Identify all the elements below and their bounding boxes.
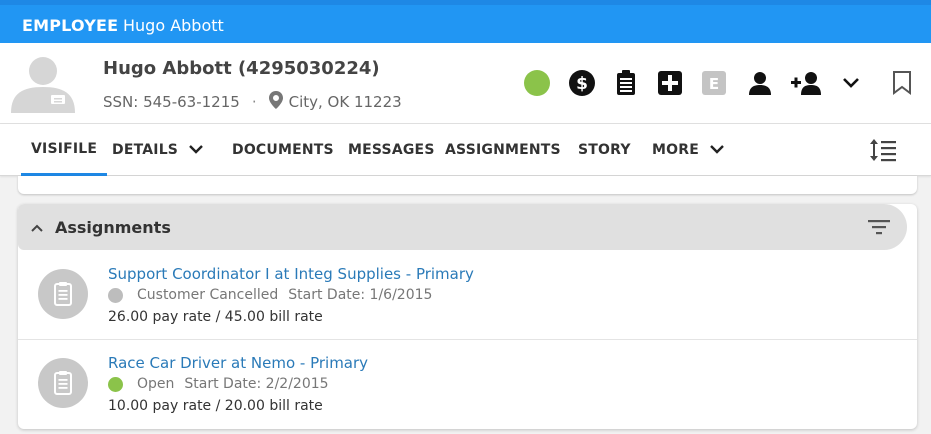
assignment-clipboard-icon	[38, 358, 88, 408]
employee-subtitle: SSN: 545-63-1215 · City, OK 11223	[103, 91, 402, 113]
status-dot-icon[interactable]	[524, 70, 550, 96]
density-toggle-icon[interactable]	[869, 138, 897, 166]
person-add-icon[interactable]	[791, 70, 821, 96]
chevron-down-icon[interactable]	[838, 70, 864, 96]
e-verify-icon[interactable]: E	[701, 70, 727, 96]
tab-label: ASSIGNMENTS	[445, 142, 561, 158]
avatar	[9, 53, 77, 113]
chevron-up-icon[interactable]	[30, 219, 44, 238]
filter-icon[interactable]	[867, 217, 891, 241]
svg-text:$: $	[576, 74, 588, 94]
ssn-text: SSN: 545-63-1215	[103, 93, 240, 111]
assignment-item: Race Car Driver at Nemo - Primary Open S…	[18, 339, 917, 428]
chevron-down-icon	[699, 142, 725, 158]
tab-assignments[interactable]: ASSIGNMENTS	[445, 124, 561, 176]
location-pin-icon	[268, 91, 289, 113]
status-text: Open	[137, 376, 175, 392]
assignment-status: Customer Cancelled Start Date: 1/6/2015	[108, 287, 432, 303]
assignments-card-header[interactable]: Assignments	[18, 204, 907, 250]
medical-cross-icon[interactable]	[657, 70, 683, 96]
tab-label: MESSAGES	[348, 142, 435, 158]
tab-label: STORY	[578, 142, 631, 158]
start-date-text: Start Date: 2/2/2015	[184, 376, 329, 392]
assignments-card: Assignments Support Coordinator I at Int…	[18, 204, 917, 429]
assignment-item: Support Coordinator I at Integ Supplies …	[18, 251, 917, 340]
assignment-status: Open Start Date: 2/2/2015	[108, 376, 329, 392]
tab-messages[interactable]: MESSAGES	[348, 124, 435, 176]
tab-label: DOCUMENTS	[232, 142, 334, 158]
status-dot-icon	[108, 287, 123, 303]
app-header-bar: EMPLOYEE Hugo Abbott	[0, 0, 931, 43]
assignment-clipboard-icon	[38, 269, 88, 319]
previous-card-bottom	[18, 176, 917, 194]
status-text: Customer Cancelled	[137, 287, 279, 303]
employee-name: Hugo Abbott (4295030224)	[103, 58, 380, 79]
tab-label: VISIFILE	[31, 140, 98, 157]
start-date-text: Start Date: 1/6/2015	[288, 287, 433, 303]
status-dot-icon	[108, 376, 123, 392]
location-text: City, OK 11223	[288, 93, 402, 111]
assignments-title: Assignments	[55, 218, 171, 237]
assignment-rates: 26.00 pay rate / 45.00 bill rate	[108, 309, 323, 325]
dollar-icon[interactable]: $	[569, 70, 595, 96]
tab-more[interactable]: MORE	[652, 124, 725, 176]
tab-details[interactable]: DETAILS	[112, 124, 204, 176]
employee-header: Hugo Abbott (4295030224) SSN: 545-63-121…	[0, 43, 931, 124]
separator-dot: ·	[251, 93, 257, 111]
chevron-down-icon	[178, 142, 204, 158]
assignment-rates: 10.00 pay rate / 20.00 bill rate	[108, 398, 323, 414]
record-title: Hugo Abbott	[123, 16, 224, 35]
person-icon[interactable]	[747, 70, 773, 96]
bookmark-icon[interactable]	[889, 70, 915, 96]
clipboard-icon[interactable]	[613, 70, 639, 96]
record-type-label: EMPLOYEE	[22, 16, 119, 35]
tab-story[interactable]: STORY	[578, 124, 631, 176]
e-verify-label: E	[709, 75, 719, 93]
assignment-title-link[interactable]: Support Coordinator I at Integ Supplies …	[108, 265, 474, 283]
tab-visifile[interactable]: VISIFILE	[21, 124, 108, 176]
tab-documents[interactable]: DOCUMENTS	[232, 124, 334, 176]
tab-bar: VISIFILE DETAILS DOCUMENTS MESSAGES ASSI…	[0, 124, 931, 176]
assignment-title-link[interactable]: Race Car Driver at Nemo - Primary	[108, 354, 368, 372]
tab-label: MORE	[652, 142, 699, 158]
tab-label: DETAILS	[112, 142, 179, 158]
